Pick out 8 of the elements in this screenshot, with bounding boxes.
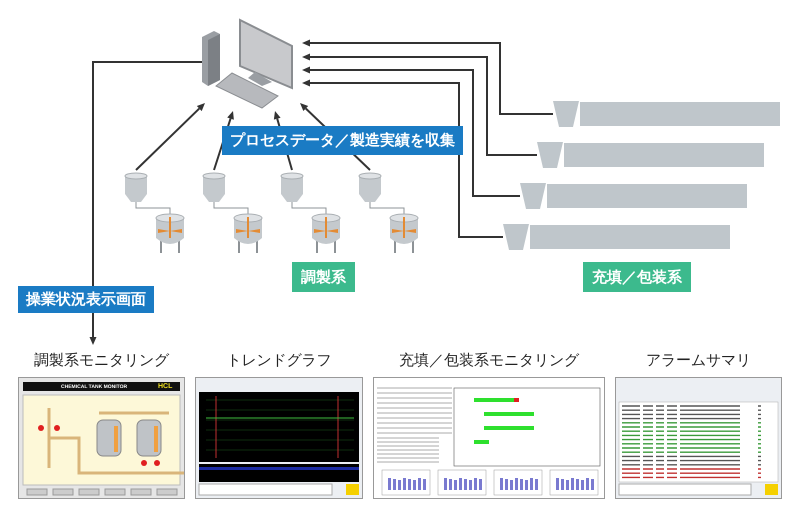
screen-title: トレンドグラフ — [226, 350, 332, 371]
screen-title: 調製系モニタリング — [34, 350, 169, 371]
group-label: 調製系 — [292, 262, 355, 292]
data-collection-label: プロセスデータ／製造実績を収集 — [222, 126, 463, 155]
display-screen-label: 操業状況表示画面 — [18, 286, 154, 313]
screen-title: 充填／包装系モニタリング — [399, 350, 579, 371]
screen-title: アラームサマリ — [646, 350, 751, 371]
group-label: 充填／包装系 — [583, 262, 691, 292]
